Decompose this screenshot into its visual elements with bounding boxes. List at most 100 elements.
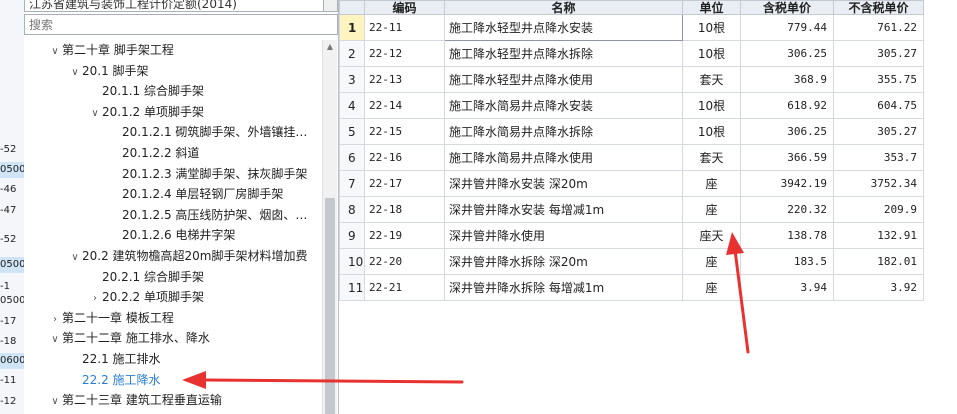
row-number-cell[interactable]: 6 bbox=[339, 144, 365, 171]
unit-cell[interactable]: 10根 bbox=[682, 92, 741, 119]
tree-node[interactable]: › 20.2.2 单项脚手架 bbox=[88, 287, 204, 307]
price-with-tax-column-header[interactable]: 含税单价 bbox=[740, 0, 834, 15]
chevron-down-icon[interactable]: ∨ bbox=[88, 104, 102, 124]
code-cell[interactable]: 22-12 bbox=[364, 40, 445, 67]
name-cell[interactable]: 施工降水轻型井点降水拆除 bbox=[444, 40, 683, 67]
table-row[interactable]: 8 22-18 深井管井降水安装 每增减1m 座 220.32 209.9 bbox=[339, 196, 924, 223]
table-row[interactable]: 7 22-17 深井管井降水安装 深20m 座 3942.19 3752.34 bbox=[339, 170, 924, 197]
tree-node[interactable]: ∨ 20.2 建筑物檐高超20m脚手架材料增加费 bbox=[68, 246, 307, 268]
scroll-up-icon[interactable]: ▲ bbox=[323, 40, 337, 54]
search-input[interactable] bbox=[24, 14, 338, 35]
row-number-cell[interactable]: 2 bbox=[339, 40, 365, 67]
unit-cell[interactable]: 座 bbox=[682, 170, 741, 197]
left-strip-item[interactable]: -11 bbox=[0, 373, 24, 389]
chevron-down-icon[interactable]: ∨ bbox=[48, 330, 62, 350]
table-row[interactable]: 1 22-11 施工降水轻型井点降水安装 10根 779.44 761.22 bbox=[339, 14, 924, 41]
name-cell[interactable]: 施工降水简易井点降水拆除 bbox=[444, 118, 683, 145]
name-cell[interactable]: 施工降水简易井点降水安装 bbox=[444, 92, 683, 119]
price-with-tax-cell[interactable]: 138.78 bbox=[740, 222, 834, 249]
code-cell[interactable]: 22-17 bbox=[364, 170, 445, 197]
left-strip-item[interactable]: 0600 bbox=[0, 353, 24, 369]
row-number-cell[interactable]: 8 bbox=[339, 196, 365, 223]
row-number-cell[interactable]: 10 bbox=[339, 248, 365, 275]
price-without-tax-cell[interactable]: 761.22 bbox=[833, 14, 924, 41]
chevron-right-icon[interactable]: › bbox=[48, 310, 62, 330]
left-strip-item[interactable]: -52 bbox=[0, 232, 24, 248]
unit-cell[interactable]: 座天 bbox=[682, 222, 741, 249]
price-with-tax-cell[interactable]: 368.9 bbox=[740, 66, 834, 93]
price-with-tax-cell[interactable]: 3.94 bbox=[740, 274, 834, 301]
code-cell[interactable]: 22-20 bbox=[364, 248, 445, 275]
price-without-tax-cell[interactable]: 353.7 bbox=[833, 144, 924, 171]
table-row[interactable]: 5 22-15 施工降水简易井点降水拆除 10根 306.25 305.27 bbox=[339, 118, 924, 145]
unit-cell[interactable]: 10根 bbox=[682, 14, 741, 41]
unit-cell[interactable]: 座 bbox=[682, 196, 741, 223]
tree-node[interactable]: 20.1.2.5 高压线防护架、烟囱、… bbox=[108, 205, 307, 225]
left-strip-item[interactable]: 0500 bbox=[0, 293, 24, 309]
row-number-cell[interactable]: 4 bbox=[339, 92, 365, 119]
tree-node[interactable]: ∨ 20.1 脚手架 bbox=[68, 61, 148, 81]
row-number-cell[interactable]: 11 bbox=[339, 274, 365, 301]
scrollbar-thumb[interactable] bbox=[325, 198, 335, 414]
code-cell[interactable]: 22-14 bbox=[364, 92, 445, 119]
code-cell[interactable]: 22-19 bbox=[364, 222, 445, 249]
row-number-cell[interactable]: 7 bbox=[339, 170, 365, 197]
unit-cell[interactable]: 10根 bbox=[682, 118, 741, 145]
row-number-cell[interactable]: 3 bbox=[339, 66, 365, 93]
tree-node[interactable]: ∨ 20.1.2 单项脚手架 bbox=[88, 102, 204, 122]
price-with-tax-cell[interactable]: 306.25 bbox=[740, 118, 834, 145]
tree-node[interactable]: ∨ 第二十二章 施工排水、降水 bbox=[48, 328, 210, 348]
row-number-cell[interactable]: 5 bbox=[339, 118, 365, 145]
unit-column-header[interactable]: 单位 bbox=[682, 0, 741, 15]
price-without-tax-cell[interactable]: 3752.34 bbox=[833, 170, 924, 197]
code-cell[interactable]: 22-11 bbox=[364, 14, 445, 41]
price-without-tax-cell[interactable]: 305.27 bbox=[833, 118, 924, 145]
name-cell[interactable]: 施工降水轻型井点降水使用 bbox=[444, 66, 683, 93]
tree-node-selected[interactable]: 22.2 施工降水 bbox=[68, 370, 161, 390]
chevron-down-icon[interactable]: ∨ bbox=[68, 248, 82, 268]
price-without-tax-cell[interactable]: 355.75 bbox=[833, 66, 924, 93]
price-with-tax-cell[interactable]: 183.5 bbox=[740, 248, 834, 275]
table-row[interactable]: 6 22-16 施工降水简易井点降水使用 套天 366.59 353.7 bbox=[339, 144, 924, 171]
tree-node[interactable]: 20.1.2.6 电梯井字架 bbox=[108, 225, 235, 245]
left-strip-item[interactable]: 0500 bbox=[0, 257, 24, 273]
tree-node[interactable]: ∨ 第二十章 脚手架工程 bbox=[48, 40, 174, 60]
price-without-tax-cell[interactable]: 305.27 bbox=[833, 40, 924, 67]
name-cell[interactable]: 施工降水轻型井点降水安装 bbox=[444, 14, 683, 41]
left-strip-item[interactable]: -46 bbox=[0, 182, 24, 198]
price-with-tax-cell[interactable]: 618.92 bbox=[740, 92, 834, 119]
price-with-tax-cell[interactable]: 220.32 bbox=[740, 196, 834, 223]
code-cell[interactable]: 22-16 bbox=[364, 144, 445, 171]
name-cell[interactable]: 深井管井降水使用 bbox=[444, 222, 683, 249]
price-without-tax-cell[interactable]: 209.9 bbox=[833, 196, 924, 223]
name-cell[interactable]: 施工降水简易井点降水使用 bbox=[444, 144, 683, 171]
code-cell[interactable]: 22-15 bbox=[364, 118, 445, 145]
code-cell[interactable]: 22-21 bbox=[364, 274, 445, 301]
tree-node[interactable]: 22.1 施工排水 bbox=[68, 349, 161, 369]
unit-cell[interactable]: 10根 bbox=[682, 40, 741, 67]
chevron-down-icon[interactable]: ∨ bbox=[48, 42, 62, 62]
code-column-header[interactable]: 编码 bbox=[364, 0, 445, 15]
price-without-tax-cell[interactable]: 604.75 bbox=[833, 92, 924, 119]
table-row[interactable]: 11 22-21 深井管井降水拆除 每增减1m 座 3.94 3.92 bbox=[339, 274, 924, 301]
price-without-tax-cell[interactable]: 132.91 bbox=[833, 222, 924, 249]
price-with-tax-cell[interactable]: 306.25 bbox=[740, 40, 834, 67]
tree-scrollbar[interactable]: ▲ bbox=[322, 40, 337, 414]
price-with-tax-cell[interactable]: 779.44 bbox=[740, 14, 834, 41]
unit-cell[interactable]: 座 bbox=[682, 274, 741, 301]
price-with-tax-cell[interactable]: 366.59 bbox=[740, 144, 834, 171]
name-cell[interactable]: 深井管井降水拆除 每增减1m bbox=[444, 274, 683, 301]
row-number-cell[interactable]: 1 bbox=[339, 14, 365, 41]
left-strip-item[interactable]: -52 bbox=[0, 142, 24, 158]
row-number-cell[interactable]: 9 bbox=[339, 222, 365, 249]
chevron-down-icon[interactable]: ∨ bbox=[48, 392, 62, 412]
tree-node[interactable]: 20.1.2.4 单层轻钢厂房脚手架 bbox=[108, 184, 283, 204]
chevron-down-icon[interactable] bbox=[323, 0, 337, 11]
price-without-tax-cell[interactable]: 182.01 bbox=[833, 248, 924, 275]
left-strip-item[interactable]: -17 bbox=[0, 314, 24, 330]
price-without-tax-cell[interactable]: 3.92 bbox=[833, 274, 924, 301]
left-strip-item[interactable]: 0500 bbox=[0, 162, 24, 178]
tree-node[interactable]: 20.1.1 综合脚手架 bbox=[88, 81, 204, 101]
code-cell[interactable]: 22-13 bbox=[364, 66, 445, 93]
price-without-tax-column-header[interactable]: 不含税单价 bbox=[833, 0, 924, 15]
